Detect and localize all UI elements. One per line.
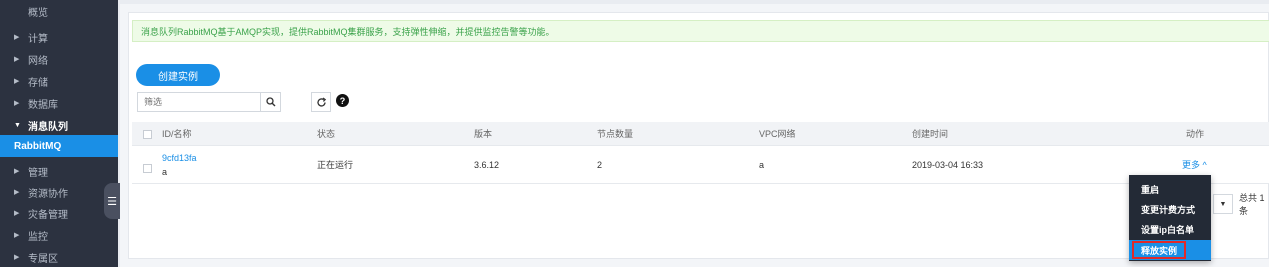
top-divider xyxy=(120,0,1269,4)
header-actions: 动作 xyxy=(1186,129,1205,139)
caret-right-icon: ▶ xyxy=(14,100,20,107)
caret-right-icon: ▶ xyxy=(14,254,20,261)
sidebar-item-rabbitmq[interactable]: RabbitMQ xyxy=(0,135,118,157)
sidebar-collapse-button[interactable]: ☰ xyxy=(104,183,120,219)
sidebar-item-network[interactable]: ▶ 网络 xyxy=(0,48,118,70)
sidebar-item-dedicated-zone[interactable]: ▶ 专属区 xyxy=(0,246,118,267)
caret-right-icon: ▶ xyxy=(14,210,20,217)
menu-item-release-instance[interactable]: 释放实例 xyxy=(1129,240,1211,260)
caret-right-icon: ▶ xyxy=(14,56,20,63)
sidebar-item-label: 专属区 xyxy=(28,253,58,265)
cell-status: 正在运行 xyxy=(317,160,354,170)
cell-created: 2019-03-04 16:33 xyxy=(912,159,984,170)
sidebar-item-message-queue[interactable]: ▼ 消息队列 xyxy=(0,114,118,136)
info-notice: 消息队列RabbitMQ基于AMQP实现，提供RabbitMQ集群服务，支持弹性… xyxy=(132,20,1269,42)
sidebar-item-label: 资源协作 xyxy=(28,188,68,200)
header-vpc: VPC网络 xyxy=(759,129,796,139)
refresh-button[interactable] xyxy=(311,92,331,112)
instance-name: a xyxy=(162,166,168,177)
menu-collapse-icon: ☰ xyxy=(107,195,117,208)
filter-input[interactable] xyxy=(138,93,258,111)
caret-right-icon: ▶ xyxy=(14,232,20,239)
caret-right-icon: ▶ xyxy=(14,189,20,196)
caret-right-icon: ▶ xyxy=(14,168,20,175)
create-instance-button[interactable]: 创建实例 xyxy=(136,64,220,86)
sidebar-item-label: 存储 xyxy=(28,77,48,89)
header-name: ID/名称 xyxy=(162,129,192,139)
instance-id-link[interactable]: 9cfd13fa xyxy=(162,153,197,163)
caret-down-icon: ▼ xyxy=(14,121,21,129)
search-icon xyxy=(265,97,275,107)
filter-box xyxy=(137,92,281,112)
row-checkbox[interactable] xyxy=(143,164,152,173)
notice-text: 消息队列RabbitMQ基于AMQP实现，提供RabbitMQ集群服务，支持弹性… xyxy=(141,26,555,37)
menu-item-restart[interactable]: 重启 xyxy=(1129,179,1211,199)
sidebar-item-monitoring[interactable]: ▶ 监控 xyxy=(0,224,118,246)
table-header: ID/名称 状态 版本 节点数量 VPC网络 创建时间 动作 xyxy=(132,122,1269,146)
cell-version: 3.6.12 xyxy=(474,159,500,170)
sidebar-item-label: 灾备管理 xyxy=(28,209,68,221)
header-status: 状态 xyxy=(317,129,336,139)
highlight-box xyxy=(1132,241,1186,259)
sidebar-item-label: 监控 xyxy=(28,231,48,243)
more-actions-menu: 重启 变更计费方式 设置ip白名单 释放实例 xyxy=(1129,175,1211,261)
sidebar-item-label: 计算 xyxy=(28,33,48,45)
select-all-checkbox[interactable] xyxy=(143,130,152,139)
header-version: 版本 xyxy=(474,129,493,139)
sidebar-item-management[interactable]: ▶ 管理 xyxy=(0,160,118,182)
sidebar-item-label: 概览 xyxy=(28,7,48,19)
sidebar-item-overview[interactable]: 概览 xyxy=(0,0,118,22)
sidebar-item-label: RabbitMQ xyxy=(14,140,62,152)
sidebar-item-label: 网络 xyxy=(28,55,48,67)
caret-right-icon: ▶ xyxy=(14,34,20,41)
chevron-down-icon: ▼ xyxy=(1219,200,1227,208)
header-nodes: 节点数量 xyxy=(597,129,634,139)
sidebar-item-label: 消息队列 xyxy=(28,121,68,133)
cell-id-name: 9cfd13fa a xyxy=(162,146,197,183)
refresh-icon xyxy=(316,97,326,107)
header-created: 创建时间 xyxy=(912,129,949,139)
sidebar-item-storage[interactable]: ▶ 存储 xyxy=(0,70,118,92)
sidebar-item-disaster-recovery[interactable]: ▶ 灾备管理 xyxy=(0,202,118,224)
table-row: 9cfd13fa a 正在运行 3.6.12 2 a 2019-03-04 16… xyxy=(132,146,1269,184)
caret-right-icon: ▶ xyxy=(14,78,20,85)
search-button[interactable] xyxy=(260,93,280,111)
page-size-select[interactable]: ▼ xyxy=(1213,194,1233,214)
help-icon[interactable]: ? xyxy=(336,94,349,107)
sidebar-item-resource-collab[interactable]: ▶ 资源协作 xyxy=(0,181,118,203)
sidebar-item-compute[interactable]: ▶ 计算 xyxy=(0,26,118,48)
sidebar-item-label: 管理 xyxy=(28,167,48,179)
cell-vpc: a xyxy=(759,159,765,170)
sidebar-item-database[interactable]: ▶ 数据库 xyxy=(0,92,118,114)
cell-nodes: 2 xyxy=(597,159,603,170)
menu-item-change-billing[interactable]: 变更计费方式 xyxy=(1129,199,1211,219)
sidebar: 概览 ▶ 计算 ▶ 网络 ▶ 存储 ▶ 数据库 ▼ 消息队列 RabbitMQ … xyxy=(0,0,120,267)
sidebar-item-label: 数据库 xyxy=(28,99,58,111)
menu-item-ip-whitelist[interactable]: 设置ip白名单 xyxy=(1129,219,1211,239)
total-count: 总共 1 条 xyxy=(1239,193,1265,216)
main-content: 消息队列RabbitMQ基于AMQP实现，提供RabbitMQ集群服务，支持弹性… xyxy=(120,0,1269,267)
